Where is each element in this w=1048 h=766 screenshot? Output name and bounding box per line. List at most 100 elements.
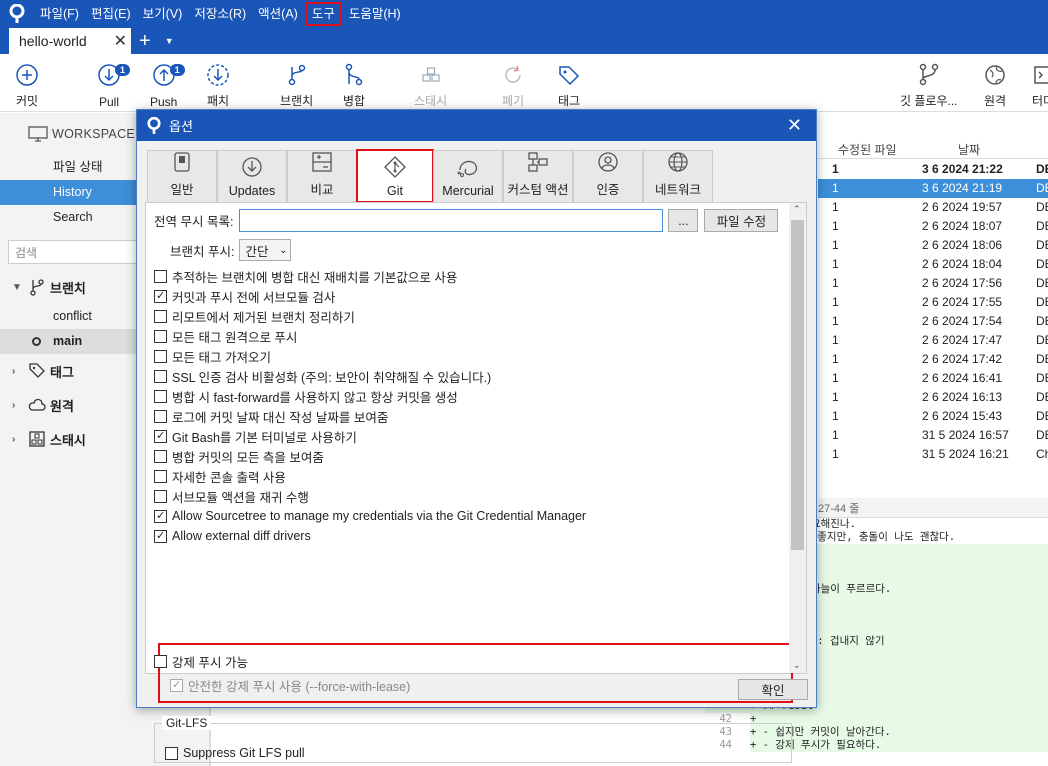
add-tab-icon[interactable]: + xyxy=(139,28,151,54)
git-option[interactable]: 모든 태그 가져오기 xyxy=(154,346,271,366)
option-checkbox[interactable] xyxy=(154,489,167,503)
option-checkbox[interactable] xyxy=(154,369,167,383)
option-checkbox[interactable] xyxy=(154,389,167,403)
force-push-option[interactable]: 강제 푸시 가능 xyxy=(154,651,248,671)
git-option[interactable]: 병합 커밋의 모든 측을 보여줌 xyxy=(154,446,324,466)
table-row[interactable]: 1 3 6 2024 21:22 DE xyxy=(818,160,1048,179)
git-option[interactable]: 로그에 커밋 날짜 대신 작성 날짜를 보여줌 xyxy=(154,406,388,426)
git-option[interactable]: 추적하는 브랜치에 병합 대신 재배치를 기본값으로 사용 xyxy=(154,266,457,286)
col-modified-files[interactable]: 수정된 파일 xyxy=(838,141,897,158)
option-checkbox[interactable] xyxy=(154,289,167,303)
table-row[interactable]: 1 2 6 2024 15:43 DE xyxy=(818,407,1048,426)
table-row[interactable]: 1 2 6 2024 17:56 DE xyxy=(818,274,1048,293)
option-checkbox[interactable] xyxy=(154,469,167,483)
force-push-checkbox[interactable] xyxy=(154,654,167,668)
option-checkbox[interactable] xyxy=(154,509,167,523)
pull-button[interactable]: 1 Pull xyxy=(96,62,130,109)
browse-button[interactable]: ... xyxy=(668,209,699,232)
edit-file-button[interactable]: 파일 수정 xyxy=(704,209,779,232)
force-with-lease-option[interactable]: 안전한 강제 푸시 사용 (--force-with-lease) xyxy=(170,675,410,695)
commit-button[interactable]: 커밋 xyxy=(14,62,40,109)
git-option[interactable]: 커밋과 푸시 전에 서브모듈 검사 xyxy=(154,286,335,306)
merge-button[interactable]: 병합 xyxy=(341,62,367,109)
option-checkbox[interactable] xyxy=(154,309,167,323)
option-checkbox[interactable] xyxy=(154,529,167,543)
tag-button[interactable]: 태그 xyxy=(556,62,582,109)
force-with-lease-checkbox[interactable] xyxy=(170,678,183,692)
remote-button[interactable]: 원격 xyxy=(982,62,1008,109)
table-row[interactable]: 1 3 6 2024 21:19 DE xyxy=(818,179,1048,198)
git-option[interactable]: SSL 인증 검사 비활성화 (주의: 보안이 취약해질 수 있습니다.) xyxy=(154,366,491,386)
panel-scrollbar[interactable]: ⌃ ⌄ xyxy=(789,203,806,673)
git-option[interactable]: 병합 시 fast-forward를 사용하지 않고 항상 커밋을 생성 xyxy=(154,386,458,406)
table-row[interactable]: 1 2 6 2024 16:13 DE xyxy=(818,388,1048,407)
table-row[interactable]: 1 2 6 2024 16:41 DE xyxy=(818,369,1048,388)
close-icon[interactable]: ✕ xyxy=(114,31,127,51)
tab-diff[interactable]: 비교 xyxy=(287,150,357,202)
git-option[interactable]: 서브모듈 액션을 재귀 수행 xyxy=(154,486,309,506)
chevron-down-icon[interactable]: ▼ xyxy=(165,28,174,54)
date-cell: 2 6 2024 17:42 xyxy=(922,352,1003,366)
table-row[interactable]: 1 2 6 2024 17:47 DE xyxy=(818,331,1048,350)
git-option[interactable]: Allow external diff drivers xyxy=(154,526,311,546)
table-row[interactable]: 1 2 6 2024 17:54 DE xyxy=(818,312,1048,331)
option-checkbox[interactable] xyxy=(154,329,167,343)
table-row[interactable]: 1 2 6 2024 17:55 DE xyxy=(818,293,1048,312)
menu-tools[interactable]: 도구 xyxy=(305,2,341,26)
history-header: 수정된 파일 날짜 xyxy=(818,138,1048,159)
fetch-button[interactable]: 패치 xyxy=(205,62,231,109)
table-row[interactable]: 1 31 5 2024 16:21 Ch xyxy=(818,445,1048,464)
author-cell: DE xyxy=(1036,409,1048,423)
branch-push-select[interactable]: 간단 ⌄ xyxy=(239,239,292,261)
menu-actions[interactable]: 액션(A) xyxy=(252,0,304,28)
push-button[interactable]: 1 Push xyxy=(150,62,185,109)
stash-button[interactable]: 스태시 xyxy=(414,62,447,109)
table-row[interactable]: 1 2 6 2024 18:07 DE xyxy=(818,217,1048,236)
table-row[interactable]: 1 2 6 2024 18:06 DE xyxy=(818,236,1048,255)
tab-updates[interactable]: Updates xyxy=(217,150,287,202)
ok-button[interactable]: 확인 xyxy=(738,679,808,700)
git-option[interactable]: 모든 태그 원격으로 푸시 xyxy=(154,326,297,346)
option-checkbox[interactable] xyxy=(154,449,167,463)
option-checkbox[interactable] xyxy=(154,409,167,423)
tab-git[interactable]: Git xyxy=(356,149,434,203)
option-checkbox[interactable] xyxy=(154,349,167,363)
tab-mercurial[interactable]: Mercurial xyxy=(433,150,503,202)
tab-custom-actions[interactable]: 커스텀 액션 xyxy=(503,150,573,202)
git-option[interactable]: 자세한 콘솔 출력 사용 xyxy=(154,466,286,486)
pull-label: Pull xyxy=(98,95,119,109)
git-option[interactable]: Git Bash를 기본 터미널로 사용하기 xyxy=(154,426,357,446)
scroll-up-icon[interactable]: ⌃ xyxy=(793,204,801,215)
scrollbar-thumb[interactable] xyxy=(791,220,804,550)
table-row[interactable]: 1 31 5 2024 16:57 DE xyxy=(818,426,1048,445)
table-row[interactable]: 1 2 6 2024 18:04 DE xyxy=(818,255,1048,274)
menu-file[interactable]: 파일(F) xyxy=(34,0,85,28)
discard-button[interactable]: 폐기 xyxy=(500,62,526,109)
suppress-lfs-pull-checkbox[interactable] xyxy=(165,746,178,760)
table-row[interactable]: 1 2 6 2024 17:42 DE xyxy=(818,350,1048,369)
menu-view[interactable]: 보기(V) xyxy=(137,0,189,28)
menu-help[interactable]: 도움말(H) xyxy=(343,0,407,28)
col-date[interactable]: 날짜 xyxy=(958,141,980,158)
table-row[interactable]: 1 2 6 2024 19:57 DE xyxy=(818,198,1048,217)
tab-general[interactable]: 일반 xyxy=(147,150,217,202)
terminal-button[interactable]: 터미 xyxy=(1032,62,1048,109)
option-label: 리모트에서 제거된 브랜치 정리하기 xyxy=(172,310,355,325)
scroll-down-icon[interactable]: ⌄ xyxy=(793,660,801,671)
tab-network[interactable]: 네트워크 xyxy=(643,150,713,202)
suppress-lfs-pull-option[interactable]: Suppress Git LFS pull xyxy=(165,743,305,763)
git-option[interactable]: 리모트에서 제거된 브랜치 정리하기 xyxy=(154,306,355,326)
git-option[interactable]: Allow Sourcetree to manage my credential… xyxy=(154,506,586,526)
branch-button[interactable]: 브랜치 xyxy=(280,62,313,109)
option-checkbox[interactable] xyxy=(154,269,167,283)
close-icon[interactable]: ✕ xyxy=(787,115,802,136)
repo-tab[interactable]: hello-world ✕ xyxy=(9,28,131,54)
global-ignore-input[interactable] xyxy=(239,209,664,232)
modified-files-cell: 1 xyxy=(832,314,839,328)
discard-icon xyxy=(505,65,521,83)
menu-repository[interactable]: 저장소(R) xyxy=(188,0,252,28)
tab-authentication[interactable]: 인증 xyxy=(573,150,643,202)
option-checkbox[interactable] xyxy=(154,429,167,443)
menu-edit[interactable]: 편집(E) xyxy=(85,0,137,28)
git-flow-button[interactable]: 깃 플로우... xyxy=(900,62,958,109)
